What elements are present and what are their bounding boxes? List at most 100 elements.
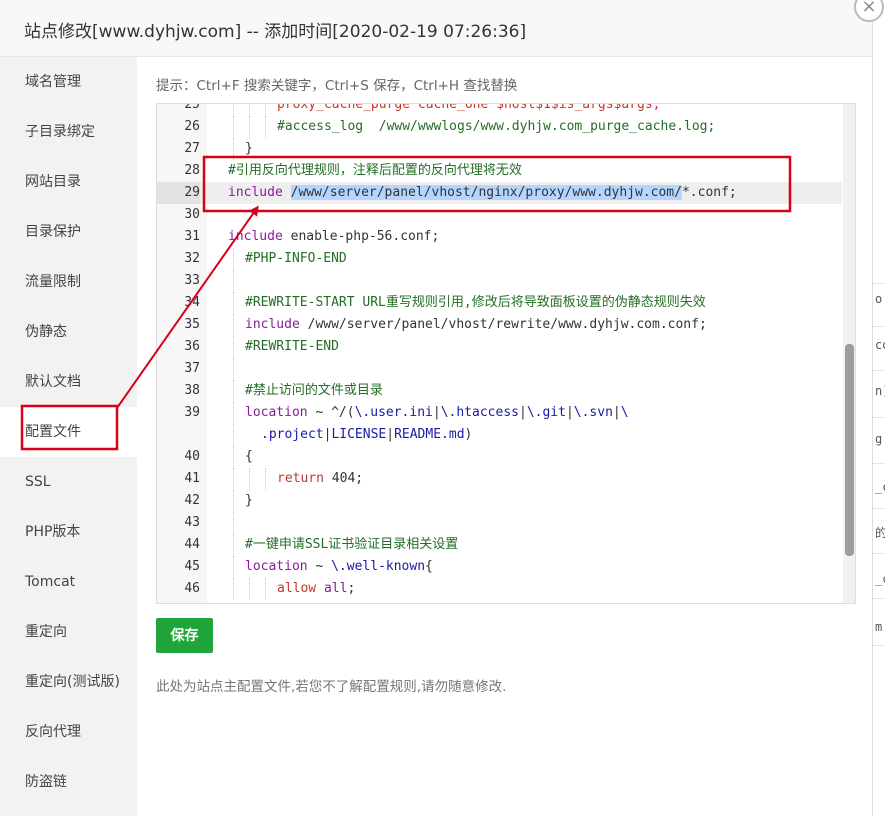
line-number <box>157 424 200 446</box>
dialog-titlebar: 站点修改[www.dyhjw.com] -- 添加时间[2020-02-19 0… <box>0 0 872 57</box>
sidebar-item-redirect[interactable]: 重定向 <box>0 607 137 657</box>
line-number: 45 <box>184 559 200 574</box>
code-line[interactable]: 36 #REWRITE-END <box>157 336 842 358</box>
background-text: n] <box>875 384 885 398</box>
line-number: 26 <box>184 119 200 134</box>
code-line[interactable]: 45 location ~ \.well-known{ <box>157 556 842 578</box>
sidebar-item-pseudo-static[interactable]: 伪静态 <box>0 307 137 357</box>
code-line[interactable]: 44 #一键申请SSL证书验证目录相关设置 <box>157 534 842 556</box>
line-number: 41 <box>184 471 200 486</box>
code-line-wrapped[interactable]: .project|LICENSE|README.md) <box>157 424 842 446</box>
code-text: #引用反向代理规则，注释后配置的反向代理将无效 <box>228 163 522 178</box>
code-line[interactable]: 41 return 404; <box>157 468 842 490</box>
line-number: 40 <box>184 449 200 464</box>
config-code-editor[interactable]: 25 proxy_cache_purge cache_one $host$1$i… <box>156 103 856 604</box>
code-text: } <box>245 141 253 156</box>
sidebar-item-reverse-proxy[interactable]: 反向代理 <box>0 707 137 757</box>
sidebar-item-hotlink-protection[interactable]: 防盗链 <box>0 757 137 807</box>
code-text: location ~ ^/(\.user.ini|\.htaccess|\.gi… <box>245 405 629 420</box>
code-text: location ~ \.well-known{ <box>245 559 433 574</box>
config-file-note: 此处为站点主配置文件,若您不了解配置规则,请勿随意修改. <box>156 679 507 695</box>
code-text: #REWRITE-START URL重写规则引用,修改后将导致面板设置的伪静态规… <box>245 295 706 310</box>
line-number: 43 <box>184 515 200 530</box>
sidebar-item-php-version[interactable]: PHP版本 <box>0 507 137 557</box>
sidebar-item-directory-protection[interactable]: 目录保护 <box>0 207 137 257</box>
line-number: 28 <box>184 163 200 178</box>
line-number: 46 <box>184 581 200 596</box>
code-line[interactable]: 30 <box>157 204 842 226</box>
code-line[interactable]: 32 #PHP-INFO-END <box>157 248 842 270</box>
shortcut-tip: 提示：Ctrl+F 搜索关键字，Ctrl+S 保存，Ctrl+H 查找替换 <box>156 78 518 94</box>
background-text: m <box>875 620 883 634</box>
code-text: include enable-php-56.conf; <box>228 229 440 244</box>
line-number: 33 <box>184 273 200 288</box>
sidebar-item-redirect-beta[interactable]: 重定向(测试版) <box>0 657 137 707</box>
code-text: } <box>245 493 253 508</box>
background-text: co <box>875 338 885 352</box>
line-number: 44 <box>184 537 200 552</box>
code-text: #PHP-INFO-END <box>245 251 347 266</box>
line-number: 31 <box>184 229 200 244</box>
sidebar-item-default-document[interactable]: 默认文档 <box>0 357 137 407</box>
line-number: 32 <box>184 251 200 266</box>
code-line[interactable]: 27 } <box>157 138 842 160</box>
line-number: 39 <box>184 405 200 420</box>
background-text: g <box>875 432 883 446</box>
code-area[interactable]: 25 proxy_cache_purge cache_one $host$1$i… <box>157 104 855 603</box>
background-text: o <box>875 292 883 306</box>
line-number: 29 <box>157 182 200 204</box>
code-text: include /www/server/panel/vhost/rewrite/… <box>245 317 707 332</box>
sidebar-item-config-file[interactable]: 配置文件 <box>0 407 137 457</box>
dialog-title: 站点修改[www.dyhjw.com] -- 添加时间[2020-02-19 0… <box>24 22 527 42</box>
code-line[interactable]: 46 allow all; <box>157 578 842 600</box>
editor-scrollbar[interactable] <box>843 104 855 603</box>
code-line-active[interactable]: 29 include /www/server/panel/vhost/nginx… <box>157 182 842 204</box>
code-line[interactable]: 39 location ~ ^/(\.user.ini|\.htaccess|\… <box>157 402 842 424</box>
sidebar-item-ssl[interactable]: SSL <box>0 457 137 507</box>
code-text: #禁止访问的文件或目录 <box>245 383 383 398</box>
line-number: 42 <box>184 493 200 508</box>
config-file-panel: 提示：Ctrl+F 搜索关键字，Ctrl+S 保存，Ctrl+H 查找替换 25… <box>137 57 872 816</box>
background-page-strip: o co n] g _c 的 _c m <box>872 0 885 816</box>
code-text: #access_log /www/wwwlogs/www.dyhjw.com_p… <box>277 119 716 134</box>
code-line[interactable]: 34 #REWRITE-START URL重写规则引用,修改后将导致面板设置的伪… <box>157 292 842 314</box>
code-line[interactable]: 33 <box>157 270 842 292</box>
line-number: 30 <box>184 207 200 222</box>
sidebar-item-traffic-limit[interactable]: 流量限制 <box>0 257 137 307</box>
background-text: 的 <box>875 524 885 541</box>
code-line[interactable]: 35 include /www/server/panel/vhost/rewri… <box>157 314 842 336</box>
line-number: 36 <box>184 339 200 354</box>
include-proxy-line: include /www/server/panel/vhost/nginx/pr… <box>228 185 737 200</box>
line-number: 35 <box>184 317 200 332</box>
code-line[interactable]: 28 #引用反向代理规则，注释后配置的反向代理将无效 <box>157 160 842 182</box>
code-text: allow all; <box>277 581 356 596</box>
code-line[interactable]: 37 <box>157 358 842 380</box>
line-number: 25 <box>184 103 200 112</box>
sidebar-item-subdirectory-binding[interactable]: 子目录绑定 <box>0 107 137 157</box>
code-line[interactable]: 40 { <box>157 446 842 468</box>
code-line[interactable]: 38 #禁止访问的文件或目录 <box>157 380 842 402</box>
line-number: 37 <box>184 361 200 376</box>
code-line[interactable]: 31 include enable-php-56.conf; <box>157 226 842 248</box>
background-text: _c <box>875 480 885 494</box>
sidebar-item-domain-management[interactable]: 域名管理 <box>0 57 137 107</box>
code-text: #一键申请SSL证书验证目录相关设置 <box>245 537 459 552</box>
scrollbar-thumb[interactable] <box>845 344 854 556</box>
site-edit-dialog: 站点修改[www.dyhjw.com] -- 添加时间[2020-02-19 0… <box>0 0 872 816</box>
line-number: 27 <box>184 141 200 156</box>
code-text: { <box>245 449 253 464</box>
save-button[interactable]: 保存 <box>156 618 213 653</box>
line-number: 34 <box>184 295 200 310</box>
code-line[interactable]: 42 } <box>157 490 842 512</box>
line-number: 38 <box>184 383 200 398</box>
code-line[interactable]: 43 <box>157 512 842 534</box>
code-text: .project|LICENSE|README.md) <box>261 427 473 442</box>
code-text: return 404; <box>277 471 364 486</box>
code-text: #REWRITE-END <box>245 339 339 354</box>
code-line[interactable]: 26 #access_log /www/wwwlogs/www.dyhjw.co… <box>157 116 842 138</box>
settings-sidebar: 域名管理 子目录绑定 网站目录 目录保护 流量限制 伪静态 默认文档 配置文件 … <box>0 57 137 816</box>
background-text: _c <box>875 572 885 586</box>
code-line[interactable]: 25 proxy_cache_purge cache_one $host$1$i… <box>157 103 842 116</box>
sidebar-item-tomcat[interactable]: Tomcat <box>0 557 137 607</box>
sidebar-item-site-directory[interactable]: 网站目录 <box>0 157 137 207</box>
